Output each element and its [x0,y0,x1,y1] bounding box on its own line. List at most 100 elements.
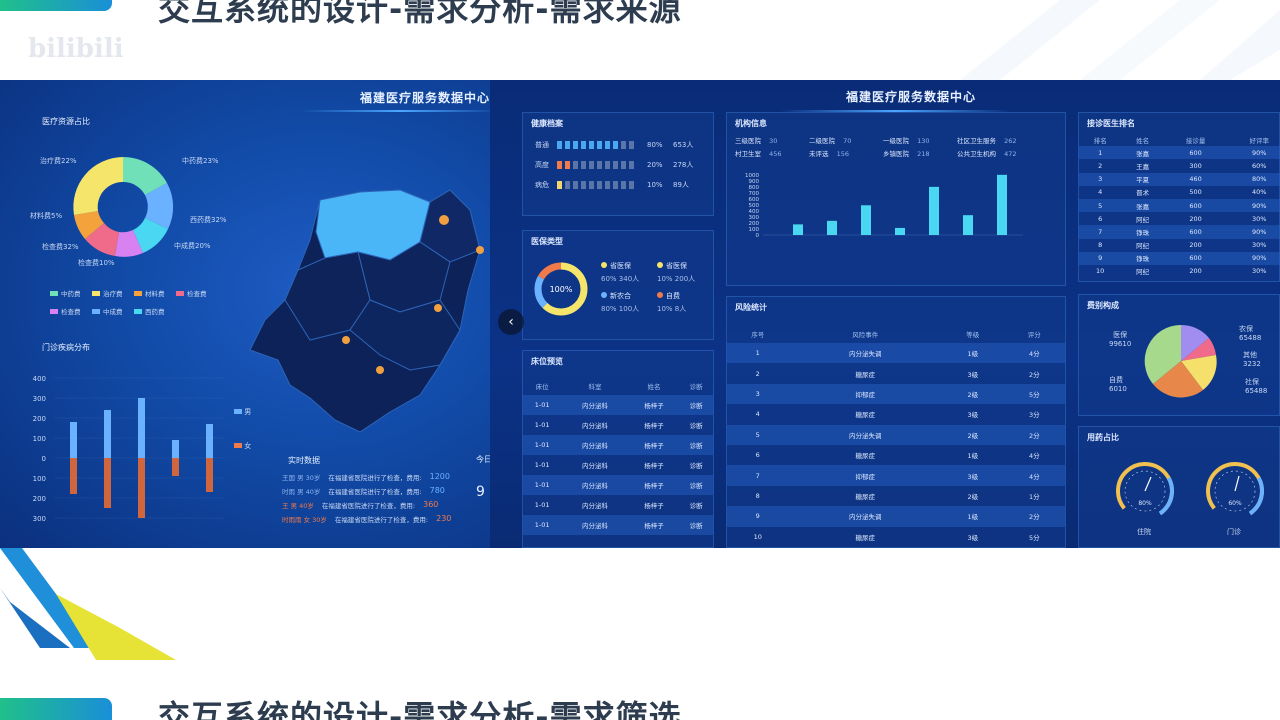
legend-item: 材料费 [134,288,176,298]
table-cell: 阿纪 [1136,215,1150,224]
table-cell: 1-01 [523,395,562,415]
institution-bar [827,220,837,235]
table-cell: 内分泌科 [581,502,608,510]
table-cell: 1-01 [534,421,550,429]
table-cell: 诊断 [689,462,703,470]
corner-slash-decoration [0,548,176,660]
gauge-inpatient: 80% [1116,462,1174,520]
table-cell: 糖尿症 [855,492,876,501]
table-cell: 诊断 [689,422,703,430]
donut-label-1: 治疗费22% [40,157,77,165]
bottom-accent-bar [0,698,112,720]
legend-item: 治疗费 [92,288,134,298]
table-cell: 1-01 [523,475,562,495]
table-cell: 诊断 [679,475,713,495]
today-value: 9 [476,484,485,500]
left-dashboard: 福建医疗服务数据中心 医疗资源占比 治疗费22% 中药费23% 材料费5% 西药… [0,80,490,548]
insurance-center-text: 100% [550,285,573,294]
table-cell: 2分 [1003,424,1065,445]
table-cell: 诊断 [689,502,703,510]
realtime-title: 实时数据 [288,456,320,465]
table-cell: 90% [1227,198,1280,213]
map-marker [376,366,384,374]
legend-item: 中成费 [92,306,134,316]
table-cell: 460 [1163,172,1228,186]
ranking-row: 3 平夏 460 80% [1079,172,1280,186]
drug-title: 用药占比 [1087,433,1119,442]
outpatient-title: 门诊疾病分布 [42,343,90,352]
risk-row: 2 糖尿症 3级 2分 [727,363,1065,383]
insurance-item: 省医保 10% 200人 [657,262,696,283]
table-cell: 10 [1096,267,1105,276]
table-cell: 2分 [1028,370,1040,379]
table-cell: 90% [1227,146,1280,160]
table-cell: 内分泌失调 [788,506,943,527]
slide: 交互系统的设计-需求分析-需求来源 bilibili 福建医疗服务数据中心 医疗… [0,0,1280,720]
table-cell: 铮珠 [1121,225,1164,239]
table-cell: 杨梓子 [628,475,680,495]
table-cell: 3 [1079,172,1122,186]
table-cell: 诊断 [679,515,713,535]
table-cell: 1 [1079,146,1122,160]
insurance-legend: 省医保 60% 340人 省医保 10% 200人 新农合 80% 100人 自费 10% 8… [601,261,713,331]
right-dashboard: 福建医疗服务数据中心 健康档案 普通 80% 653人 高度 20% 278人 病危 10% 8… [490,80,1280,548]
table-cell: 杨梓子 [644,422,664,430]
table-cell: 3分 [1028,411,1040,420]
bar-male [206,424,213,458]
ranking-row: 10 阿纪 200 30% [1079,265,1280,278]
table-cell: 5分 [1028,533,1040,542]
table-cell: 4分 [1028,452,1040,461]
map-marker [342,336,350,344]
bar-male [172,440,179,458]
table-cell: 1级 [942,506,1004,527]
bed-row: 1-01 内分泌科 杨梓子 诊断 [523,435,713,455]
dashboard-screenshot: 福建医疗服务数据中心 医疗资源占比 治疗费22% 中药费23% 材料费5% 西药… [0,80,1280,548]
risk-row: 1 内分泌失调 1级 4分 [727,343,1065,364]
table-cell: 糖尿症 [855,411,876,420]
table-cell: 30% [1251,241,1267,250]
table-cell: 2 [755,369,760,378]
ranking-row: 6 阿纪 200 30% [1079,212,1280,225]
table-header: 诊断 [689,383,703,391]
insurance-item: 自费 10% 8人 [657,292,687,313]
table-cell: 内分泌失调 [788,343,943,364]
table-cell: 7 [1079,225,1122,239]
beds-title: 床位预览 [531,357,563,366]
left-header-bar [300,110,490,112]
cost-label-shebao: 社保 65488 [1245,378,1268,395]
fujian-map [249,189,484,433]
resource-donut-chart [73,156,174,257]
institution-bar [997,174,1007,235]
bar-female [206,458,213,492]
ranking-row: 4 晋术 500 40% [1079,186,1280,199]
realtime-row: 王国 男 30岁 在福建省医院进行了检查，费用: 1200 [282,472,450,482]
health-row: 普通 80% 653人 [535,141,694,149]
map-marker [439,215,449,225]
table-cell: 杨梓子 [644,462,664,470]
donut-label-2: 中药费23% [182,157,219,165]
bar-male [70,422,77,458]
table-cell: 平夏 [1121,172,1164,186]
table-cell: 5分 [1003,383,1065,405]
table-cell: 阿纪 [1136,242,1150,251]
table-cell: 糖尿症 [855,533,876,542]
bar-male [104,410,111,458]
institution-bar [793,224,803,235]
health-row: 病危 10% 89人 [535,181,689,189]
insurance-item: 省医保 60% 340人 [601,262,640,283]
cost-card: 费别构成 医保 99610 农保 65488 其他 3232 自费 6010 社保 654… [1078,294,1280,416]
legend-item: 检查费 [176,288,218,298]
bar-female [104,458,111,508]
table-cell: 1级 [967,452,979,461]
table-cell: 1-01 [534,501,550,509]
institution-stat: 村卫生室 456 [735,150,782,158]
table-cell: 3 [727,383,789,405]
table-cell: 2级 [942,383,1004,405]
carousel-prev-button[interactable]: ‹ [498,309,524,335]
bar-female [138,458,145,518]
risk-row: 3 抑郁症 2级 5分 [727,383,1065,405]
realtime-row: 王 男 40岁 在福建省医院进行了检查，费用: 360 [282,500,439,510]
table-cell: 90% [1227,225,1280,239]
table-cell: 3级 [967,533,979,542]
insurance-ring: 100% [534,262,588,316]
